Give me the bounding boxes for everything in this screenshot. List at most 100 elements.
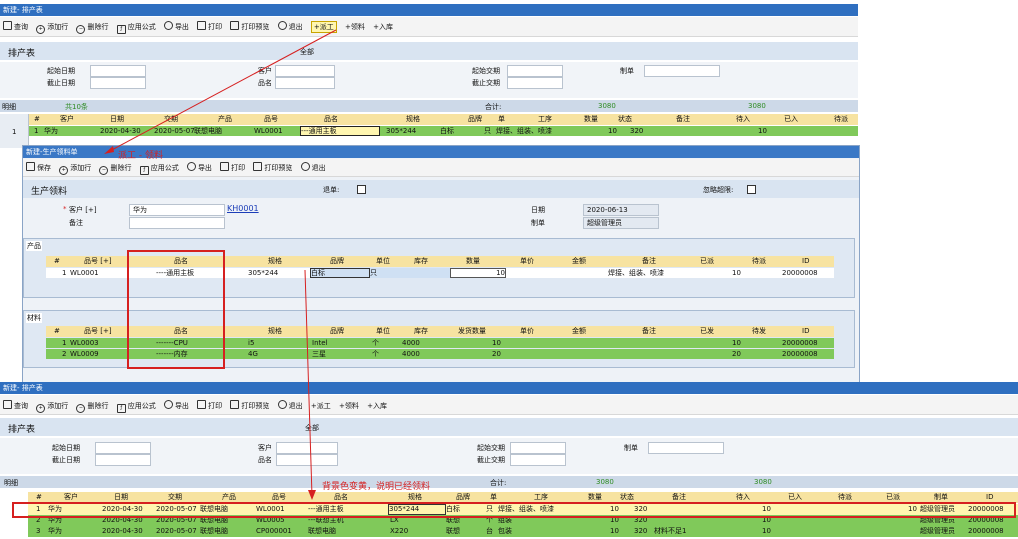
start-date-input[interactable] [95, 442, 151, 454]
col-product[interactable]: 产品 [218, 114, 232, 125]
req-delete-row-button[interactable]: − 删除行 [99, 163, 131, 175]
start-delivery-input[interactable] [507, 65, 563, 77]
top-table-row[interactable]: 1 华为 2020-04-30 2020-05-07 联想电脑 WL0001 -… [28, 126, 858, 136]
export-button[interactable]: 导出 [163, 21, 189, 32]
col-unit[interactable]: 单 [498, 114, 505, 125]
end-date-label: 截止日期 [47, 79, 75, 87]
start-date-input[interactable] [90, 65, 146, 77]
print-button[interactable]: 打印 [197, 400, 222, 411]
col-to-dispatch[interactable]: 待派 [834, 114, 848, 125]
printer-icon [197, 21, 207, 30]
end-date-input[interactable] [90, 77, 146, 89]
end-delivery-input[interactable] [510, 454, 566, 466]
material-requisition-button[interactable]: +领料 [345, 22, 365, 32]
col-to-stock[interactable]: 待入 [736, 114, 750, 125]
printer-icon [220, 162, 230, 171]
end-delivery-label: 截止交期 [472, 79, 500, 87]
col-stocked[interactable]: 已入 [784, 114, 798, 125]
col-spec[interactable]: 规格 [406, 114, 420, 125]
req-apply-formula-button[interactable]: ƒ 应用公式 [139, 163, 179, 175]
customer-input[interactable] [276, 442, 338, 454]
delete-row-button[interactable]: − 删除行 [76, 401, 108, 413]
col-code[interactable]: 品号 [264, 114, 278, 125]
top-window: 新建- 排产表 查询 + 添加行 − 删除行 ƒ 应用公式 导出 打印 打印预览 退出… [0, 4, 858, 148]
col-name[interactable]: 品名 [324, 114, 338, 125]
start-delivery-label: 起始交期 [472, 67, 500, 75]
material-requisition-button[interactable]: +领料 [339, 401, 359, 411]
col-status[interactable]: 状态 [618, 114, 632, 125]
col-process[interactable]: 工序 [538, 114, 552, 125]
req-add-row-button[interactable]: + 添加行 [59, 163, 91, 175]
col-date[interactable]: 日期 [110, 114, 124, 125]
col-brand[interactable]: 品牌 [468, 114, 482, 125]
save-button[interactable]: 保存 [26, 162, 51, 173]
total-label: 合计: [485, 103, 502, 111]
bottom-scope: 全部 [305, 424, 319, 432]
ignore-limit-checkbox[interactable] [747, 185, 756, 194]
date-field[interactable]: 2020-06-13 [583, 204, 659, 216]
table-row[interactable]: 3 华为 2020-04-30 2020-05-07 联想电脑 CP000001… [28, 526, 1018, 537]
customer-field[interactable]: 华为 [129, 204, 225, 216]
dispatch-button[interactable]: +派工 [311, 401, 331, 411]
customer-input[interactable] [275, 65, 335, 77]
col-qty[interactable]: 数量 [584, 114, 598, 125]
top-detail-bar: 明细 共10条 合计: 3080 3080 [0, 100, 858, 112]
print-button[interactable]: 打印 [197, 21, 222, 32]
print-preview-icon [230, 21, 240, 30]
warehouse-in-button[interactable]: +入库 [367, 401, 387, 411]
minus-icon: − [76, 25, 86, 34]
col-customer[interactable]: 客户 [60, 114, 74, 125]
req-exit-button[interactable]: 退出 [300, 162, 326, 173]
top-grid-header: # 客户 日期 交期 产品 品号 品名 规格 品牌 单 工序 数量 状态 备注 … [28, 114, 858, 125]
return-checkbox[interactable] [357, 185, 366, 194]
col-delivery[interactable]: 交期 [164, 114, 178, 125]
col-remark[interactable]: 备注 [676, 114, 690, 125]
customer-code-link[interactable]: KH0001 [227, 204, 259, 213]
top-toolbar: 查询 + 添加行 − 删除行 ƒ 应用公式 导出 打印 打印预览 退出 +派工 +领料… [0, 17, 858, 37]
total-pending: 3080 [754, 478, 772, 486]
req-export-button[interactable]: 导出 [186, 162, 212, 173]
minus-icon: − [99, 166, 109, 175]
total-label: 合计: [490, 479, 507, 487]
required-mark: * [63, 205, 67, 213]
req-print-preview-button[interactable]: 打印预览 [253, 162, 292, 173]
exit-button[interactable]: 退出 [277, 400, 303, 411]
maker-field-label: 制单 [531, 219, 545, 227]
query-button[interactable]: 查询 [3, 400, 28, 411]
power-icon [300, 162, 310, 171]
detail-label: 明细 [4, 479, 18, 487]
delete-row-button[interactable]: − 删除行 [76, 22, 108, 34]
product-input[interactable] [275, 77, 335, 89]
bottom-window: 新建- 排产表 查询 + 添加行 − 删除行 ƒ 应用公式 导出 打印 打印预览 退出… [0, 382, 1018, 539]
plus-icon: + [36, 404, 46, 413]
query-button[interactable]: 查询 [3, 21, 28, 32]
bottom-form-title: 排产表 [8, 425, 36, 435]
date-field-label: 日期 [531, 206, 545, 214]
start-delivery-input[interactable] [510, 442, 566, 454]
total-quantity: 3080 [598, 102, 616, 110]
product-input[interactable] [276, 454, 338, 466]
col-index: # [34, 115, 40, 123]
top-form-header: 排产表 全部 [0, 42, 858, 60]
print-preview-button[interactable]: 打印预览 [230, 21, 269, 32]
remark-field[interactable] [129, 217, 225, 229]
exit-button[interactable]: 退出 [277, 21, 303, 32]
warehouse-in-button[interactable]: +入库 [373, 22, 393, 32]
dispatch-button[interactable]: +派工 [310, 21, 337, 33]
print-preview-button[interactable]: 打印预览 [230, 400, 269, 411]
end-delivery-input[interactable] [507, 77, 563, 89]
product-label: 品名 [258, 79, 272, 87]
export-button[interactable]: 导出 [163, 400, 189, 411]
apply-formula-button[interactable]: ƒ 应用公式 [116, 22, 156, 34]
maker-input[interactable] [648, 442, 724, 454]
req-print-button[interactable]: 打印 [220, 162, 245, 173]
material-section-label: 材料 [26, 313, 42, 323]
apply-formula-button[interactable]: ƒ 应用公式 [116, 401, 156, 413]
power-icon [277, 400, 287, 409]
formula-icon: ƒ [116, 404, 126, 413]
add-row-button[interactable]: + 添加行 [36, 401, 68, 413]
end-date-input[interactable] [95, 454, 151, 466]
ignore-limit-label: 忽略超限: [703, 186, 734, 194]
maker-input[interactable] [644, 65, 720, 77]
add-row-button[interactable]: + 添加行 [36, 22, 68, 34]
